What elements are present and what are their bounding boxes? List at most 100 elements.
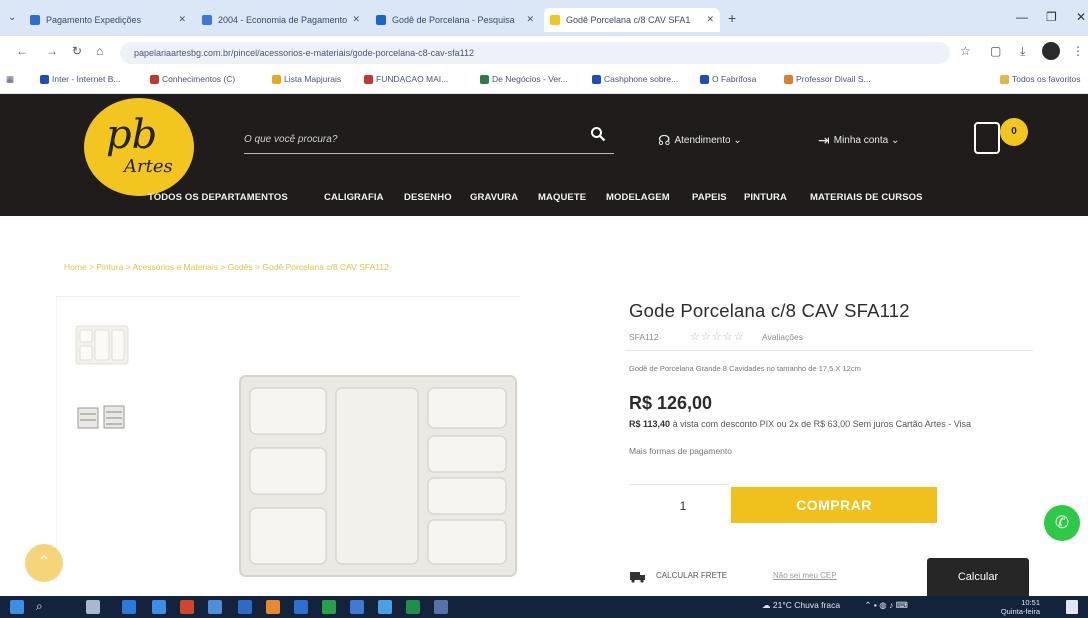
app-icon[interactable]	[208, 600, 222, 614]
nav-item-pintura[interactable]: PINTURA	[744, 192, 787, 203]
product-title: Gode Porcelana c/8 CAV SFA112	[629, 300, 910, 321]
excel-icon[interactable]	[406, 600, 420, 614]
bookmark-label: Conhecimentos (C)	[162, 74, 236, 84]
forward-icon[interactable]: →	[46, 44, 58, 58]
app-icon[interactable]	[434, 600, 448, 614]
app-icon[interactable]	[180, 600, 194, 614]
cart-icon[interactable]	[974, 122, 1000, 154]
close-window-icon[interactable]: ✕	[1076, 10, 1086, 24]
tab-label: Pagamento Expedições	[46, 15, 142, 25]
tray-icons: ⌃ ▪ ◍ ♪ ⌨	[864, 600, 908, 610]
home-icon[interactable]: ⌂	[96, 44, 103, 58]
start-icon[interactable]	[10, 600, 24, 614]
store-icon[interactable]	[152, 600, 166, 614]
product-sku: SFA112	[629, 332, 659, 342]
site-logo[interactable]: pb Artes	[84, 98, 194, 196]
word-icon[interactable]	[294, 600, 308, 614]
new-tab-button[interactable]: +	[728, 10, 736, 26]
download-icon[interactable]: ⤓	[1020, 44, 1025, 59]
reload-icon[interactable]: ↻	[72, 44, 82, 58]
bookmark-item[interactable]: Professor Divail S...	[784, 74, 871, 84]
nav-item-gravura[interactable]: GRAVURA	[470, 192, 518, 203]
scroll-top-icon[interactable]: ⌃	[25, 544, 63, 582]
product-main-image[interactable]	[238, 374, 520, 578]
whatsapp-icon[interactable]: ✆	[1044, 505, 1080, 541]
all-bookmarks-folder[interactable]: Todos os favoritos	[1000, 74, 1081, 84]
nav-item-maquete[interactable]: MAQUETE	[538, 192, 586, 203]
browser-tab-active[interactable]: Godê Porcelana c/8 CAV SFA1 ✕	[544, 8, 720, 32]
logo-artes-text: Artes	[124, 156, 173, 177]
bookmark-favicon-icon	[592, 75, 601, 84]
bookmark-star-icon[interactable]: ☆	[960, 44, 971, 58]
tab-favicon-icon	[550, 15, 560, 25]
bookmark-item[interactable]: De Negócios - Ver...	[480, 74, 568, 84]
product-price: R$ 126,00	[629, 393, 713, 413]
tab-search-icon[interactable]: ⌄	[8, 12, 16, 23]
search-icon[interactable]	[590, 126, 610, 146]
bookmark-item[interactable]: Inter - Internet B...	[40, 74, 121, 84]
tab-favicon-icon	[30, 15, 40, 25]
bookmark-item[interactable]: Lista Mapjurais	[272, 74, 341, 84]
chrome-icon[interactable]	[266, 600, 280, 614]
breadcrumb[interactable]: Home > Pintura > Acessórios e Materiais …	[64, 262, 389, 272]
browser-tab[interactable]: Godê de Porcelana - Pesquisa ✕	[370, 8, 540, 32]
tab-close-icon[interactable]: ✕	[526, 14, 534, 25]
tab-favicon-icon	[202, 15, 212, 25]
product-thumbnail[interactable]	[74, 394, 130, 442]
search-taskbar-icon[interactable]: ⌕	[36, 599, 43, 614]
profile-avatar[interactable]	[1042, 42, 1060, 60]
url-field[interactable]: papelariaartesbg.com.br/pincel/acessorio…	[120, 42, 950, 64]
bookmark-favicon-icon	[150, 75, 159, 84]
apps-icon[interactable]: ▦	[6, 74, 14, 85]
search-input[interactable]	[244, 128, 574, 150]
nav-item-caligrafia[interactable]: CALIGRAFIA	[324, 192, 384, 203]
unknown-cep-link[interactable]: Não sei meu CEP	[773, 571, 837, 580]
quantity-input[interactable]	[668, 496, 698, 516]
bookmark-item[interactable]: Conhecimentos (C)	[150, 74, 235, 84]
minha-conta-label: Minha conta	[833, 135, 889, 146]
app-icon[interactable]	[238, 600, 252, 614]
task-view-icon[interactable]	[86, 600, 100, 614]
minimize-icon[interactable]: —	[1016, 10, 1028, 24]
weather-icon: ☁	[762, 600, 771, 610]
bookmark-item[interactable]: FUNDACAO MAI...	[364, 74, 448, 84]
reviews-link[interactable]: Avaliações	[762, 332, 803, 342]
divider	[625, 350, 1033, 351]
nav-item-papeis[interactable]: PAPEIS	[692, 192, 727, 203]
extensions-icon[interactable]: ▢	[990, 44, 1001, 58]
more-payment-options-link[interactable]: Mais formas de pagamento	[629, 446, 732, 456]
nav-item-materiais-cursos[interactable]: MATERIAIS DE CURSOS	[810, 192, 923, 203]
app-icon[interactable]	[350, 600, 364, 614]
system-tray[interactable]: ☁ 21°C Chuva fraca ⌃ ▪ ◍ ♪ ⌨	[762, 600, 908, 611]
browser-tab[interactable]: Pagamento Expedições ✕	[24, 8, 192, 32]
tab-close-icon[interactable]: ✕	[706, 14, 714, 25]
browser-menu-icon[interactable]: ⋮	[1072, 44, 1084, 58]
clock-date: Quinta-feira	[1000, 607, 1040, 616]
nav-item-modelagem[interactable]: MODELAGEM	[606, 192, 670, 203]
clock[interactable]: 10:51 Quinta-feira	[990, 598, 1040, 616]
app-icon[interactable]	[322, 600, 336, 614]
bookmarks-bar: ▦ Inter - Internet B... Conhecimentos (C…	[0, 68, 1088, 94]
bookmark-item[interactable]: O Fabrifosa	[700, 74, 756, 84]
url-text: papelariaartesbg.com.br/pincel/acessorio…	[134, 48, 475, 58]
bookmark-item[interactable]: Cashphone sobre...	[592, 74, 678, 84]
rating-stars[interactable]: ☆☆☆☆☆	[690, 330, 744, 343]
search-box	[244, 124, 614, 154]
back-icon[interactable]: ←	[16, 44, 28, 58]
app-icon[interactable]	[378, 600, 392, 614]
tab-close-icon[interactable]: ✕	[178, 14, 186, 25]
calculate-shipping-button[interactable]: Calcular	[927, 558, 1029, 596]
notifications-icon[interactable]	[1066, 600, 1078, 614]
nav-item-desenho[interactable]: DESENHO	[404, 192, 452, 203]
buy-button[interactable]: COMPRAR	[731, 487, 937, 523]
browser-tab[interactable]: 2004 - Economia de Pagamento ✕	[196, 8, 366, 32]
product-thumbnail[interactable]	[74, 322, 130, 370]
tab-label: Godê de Porcelana - Pesquisa	[392, 15, 515, 25]
atendimento-menu[interactable]: ☊ Atendimento ⌄	[658, 132, 742, 149]
maximize-icon[interactable]: ❐	[1046, 10, 1057, 24]
nav-item-todos-departamentos[interactable]: TODOS OS DEPARTAMENTOS	[148, 192, 288, 203]
tab-close-icon[interactable]: ✕	[352, 14, 360, 25]
folder-icon	[1000, 75, 1009, 84]
edge-icon[interactable]	[122, 600, 136, 614]
minha-conta-menu[interactable]: ⇥ Minha conta ⌄	[818, 132, 899, 149]
